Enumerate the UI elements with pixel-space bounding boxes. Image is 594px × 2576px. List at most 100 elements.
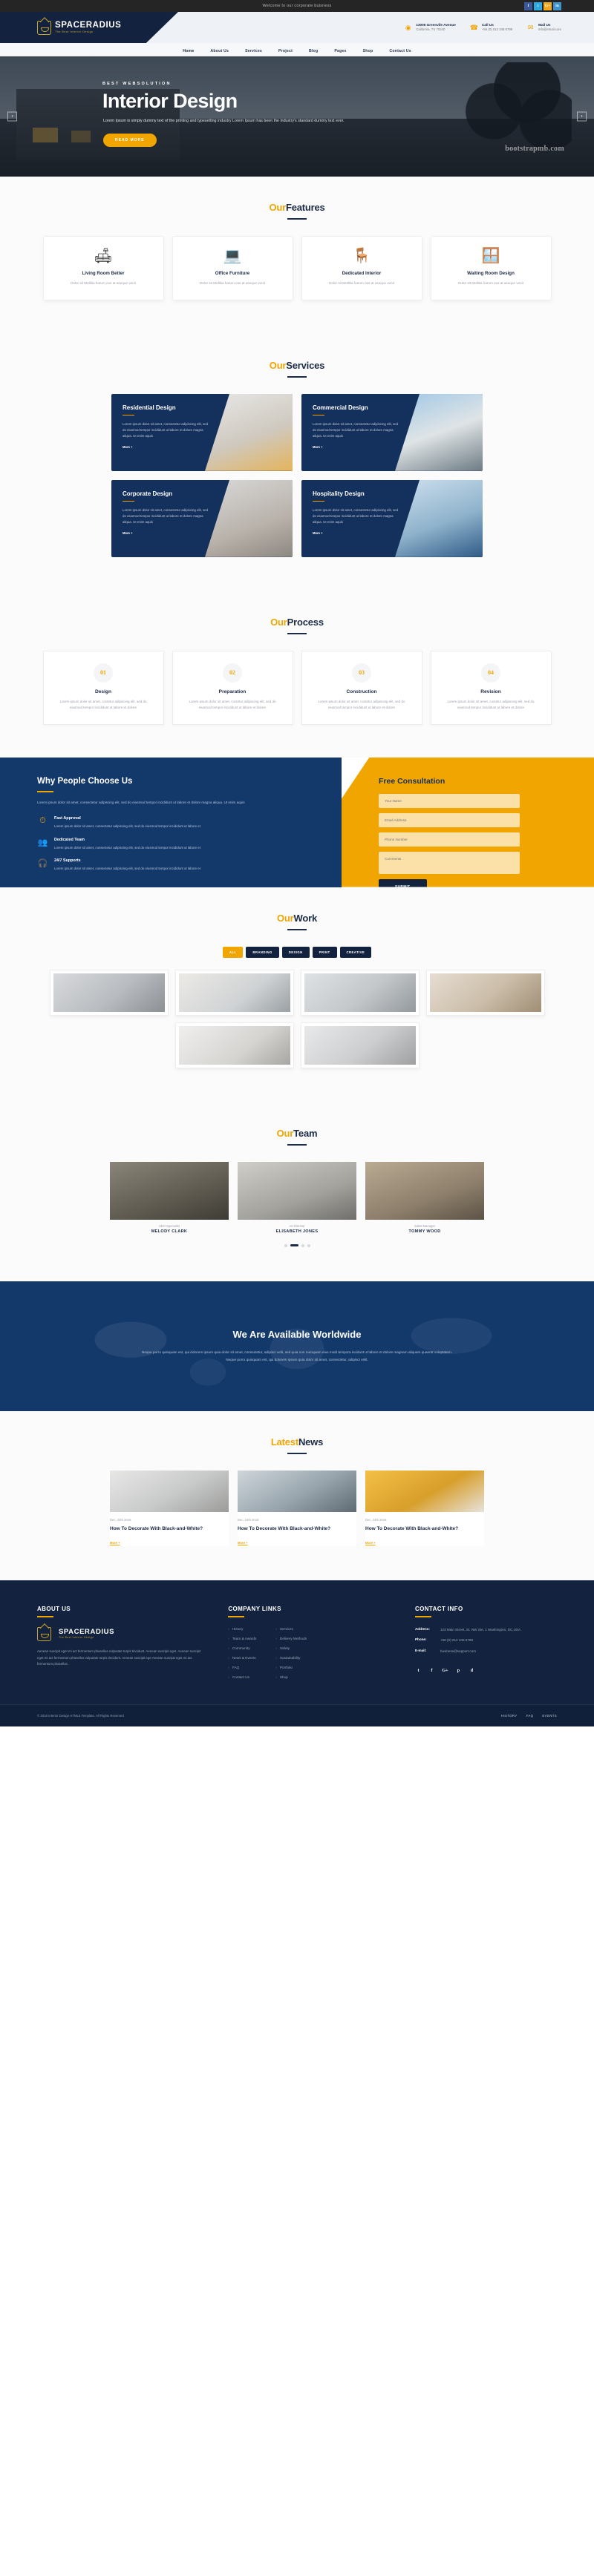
consultation-title: Free Consultation <box>379 776 446 786</box>
full-name-input[interactable] <box>379 793 520 808</box>
work-tile[interactable] <box>300 1022 420 1068</box>
process-step[interactable]: 03 Construction Lorem ipsum dolor sit am… <box>301 650 422 725</box>
brand-logo[interactable]: SPACERADIUS The Best Interior Design <box>0 12 178 43</box>
hero-read-more-button[interactable]: READ MORE <box>103 133 157 147</box>
nav-item-blog[interactable]: Blog <box>309 49 318 53</box>
work-section: OurWork ALL BRANDING DESIGN PRINT CREATI… <box>0 887 594 1103</box>
facebook-icon[interactable]: f <box>524 1 532 10</box>
news-title: How To Decorate With Black-and-White? <box>365 1525 459 1531</box>
carousel-dot[interactable] <box>284 1243 287 1247</box>
footer-link-shop[interactable]: Shop <box>280 1675 288 1679</box>
service-more-link[interactable]: More + <box>313 445 323 449</box>
service-card[interactable]: Hospitality Design Lorem ipsum dolor sit… <box>301 479 483 557</box>
nav-item-contact-us[interactable]: Contact Us <box>389 49 411 53</box>
footer-link-history[interactable]: History <box>232 1627 244 1631</box>
comments-textarea[interactable] <box>379 851 520 874</box>
footer-link-services[interactable]: Services <box>280 1627 293 1631</box>
header-phone[interactable]: ☎ Call Us +56 (0) 012 345 6789 <box>469 23 512 33</box>
twitter-icon[interactable]: t <box>534 1 542 10</box>
dribbble-icon[interactable]: d <box>469 1667 475 1674</box>
news-card[interactable]: Dec, 24th 2018 How To Decorate With Blac… <box>238 1470 356 1546</box>
submit-button[interactable]: SUBMIT <box>379 878 427 887</box>
work-filter-creative[interactable]: CREATIVE <box>339 946 372 958</box>
hero-next-arrow[interactable]: › <box>577 111 587 122</box>
facebook-icon[interactable]: f <box>428 1667 435 1674</box>
carousel-dot-active[interactable] <box>290 1244 298 1247</box>
service-card[interactable]: Corporate Design Lorem ipsum dolor sit a… <box>111 479 293 557</box>
nav-item-project[interactable]: Project <box>278 49 293 53</box>
nav-item-shop[interactable]: Shop <box>363 49 373 53</box>
work-tile[interactable] <box>49 969 169 1016</box>
work-tile[interactable] <box>425 969 545 1016</box>
footer-bottom-link-history[interactable]: HISTORY <box>501 1714 518 1718</box>
nav-item-about-us[interactable]: About Us <box>210 49 229 53</box>
features-section: OurFeatures 🛋 Living Room Better Dolor s… <box>0 177 594 335</box>
news-card-list: Dec, 24th 2018 How To Decorate With Blac… <box>37 1470 557 1580</box>
footer-link-portfolio[interactable]: Portfolio <box>280 1666 293 1669</box>
dining-table-icon: 🪟 <box>481 248 500 264</box>
work-filter-print[interactable]: PRINT <box>312 946 337 958</box>
work-filter-all[interactable]: ALL <box>222 946 244 958</box>
service-more-link[interactable]: More + <box>123 445 133 449</box>
hero-prev-arrow[interactable]: ‹ <box>7 111 17 122</box>
team-member[interactable]: Sales Manager TOMMY WOOD <box>365 1161 484 1234</box>
why-item: ⏱ Fast Approval Lorem ipsum dolor sit am… <box>37 816 260 829</box>
pinterest-icon[interactable]: p <box>455 1667 462 1674</box>
news-card[interactable]: Dec, 24th 2018 How To Decorate With Blac… <box>365 1470 484 1546</box>
service-card[interactable]: Commercial Design Lorem ipsum dolor sit … <box>301 393 483 471</box>
team-member[interactable]: SEO Specialist MELODY CLARK <box>110 1161 229 1234</box>
work-heading: OurWork <box>0 913 594 924</box>
footer-link-team-awards[interactable]: Team & Awards <box>232 1637 256 1640</box>
footer-link-sustainability[interactable]: Sustainability <box>280 1656 301 1660</box>
sofa-tv-icon: 🛋 <box>94 248 113 264</box>
email-input[interactable] <box>379 812 520 827</box>
work-tile[interactable] <box>174 969 294 1016</box>
twitter-icon[interactable]: t <box>415 1667 422 1674</box>
header-mail[interactable]: ✉ Mail Us info@email.com <box>526 23 561 33</box>
service-card[interactable]: Residential Design Lorem ipsum dolor sit… <box>111 393 293 471</box>
nav-item-pages[interactable]: Pages <box>334 49 346 53</box>
footer-email-row: E-mail: business@support.com <box>415 1649 557 1654</box>
process-step[interactable]: 04 Revision Lorem ipsum dolor sit amet, … <box>430 650 552 725</box>
footer-bottom-link-faq[interactable]: FAQ <box>526 1714 534 1718</box>
news-more-link[interactable]: More + <box>238 1541 248 1545</box>
team-heading-light: Our <box>276 1127 294 1139</box>
work-tile[interactable] <box>174 1022 294 1068</box>
footer-link-community[interactable]: Community <box>232 1646 250 1650</box>
feature-card[interactable]: 🛋 Living Room Better Dolor sit Mollitia … <box>42 236 164 300</box>
news-more-link[interactable]: More + <box>365 1541 376 1545</box>
news-more-link[interactable]: More + <box>110 1541 120 1545</box>
service-more-link[interactable]: More + <box>123 531 133 535</box>
work-filter-branding[interactable]: BRANDING <box>246 946 279 958</box>
process-step[interactable]: 01 Design Lorem ipsum dolor sit amet, co… <box>42 650 164 725</box>
process-step[interactable]: 02 Preparation Lorem ipsum dolor sit ame… <box>172 650 293 725</box>
nav-item-home[interactable]: Home <box>183 49 194 53</box>
footer-link-news-events[interactable]: News & Events <box>232 1656 256 1660</box>
step-title: Construction <box>346 689 377 694</box>
feature-card[interactable]: 🪟 Waiting Room Design Dolor sit Mollitia… <box>430 236 552 300</box>
phone-input[interactable] <box>379 832 520 847</box>
carousel-dot[interactable] <box>307 1243 310 1247</box>
news-card[interactable]: Dec, 24th 2018 How To Decorate With Blac… <box>110 1470 229 1546</box>
site-footer: ABOUT US SPACERADIUS The Best Interior D… <box>0 1580 594 1726</box>
footer-link-faq[interactable]: FAQ <box>232 1666 239 1669</box>
work-filter-design[interactable]: DESIGN <box>281 946 310 958</box>
worldwide-text: Neque porro quisquam est, qui dolorem ip… <box>141 1350 453 1361</box>
step-text: Lorem ipsum dolor sit amet, coctetur adi… <box>59 699 147 709</box>
footer-link-contact-us[interactable]: Contact Us <box>232 1675 249 1679</box>
footer-brand-logo[interactable]: SPACERADIUS The Best Interior Design <box>37 1623 206 1641</box>
linkedin-icon[interactable]: in <box>553 1 561 10</box>
feature-card[interactable]: 🪑 Dedicated Interior Dolor sit Mollitia … <box>301 236 422 300</box>
footer-bottom-link-events[interactable]: EVENTS <box>542 1714 557 1718</box>
feature-card[interactable]: 💻 Office Furniture Dolor sit Mollitia ha… <box>172 236 293 300</box>
google-plus-icon[interactable]: G+ <box>442 1667 448 1674</box>
nav-item-services[interactable]: Services <box>245 49 262 53</box>
footer-link-safety[interactable]: Safety <box>280 1646 290 1650</box>
service-title: Residential Design <box>123 404 176 411</box>
team-member[interactable]: Art Director ELISABETH JONES <box>238 1161 356 1234</box>
work-tile[interactable] <box>300 969 420 1016</box>
carousel-dot[interactable] <box>301 1243 304 1247</box>
footer-link-delivery-methods[interactable]: Delivery Methods <box>280 1637 307 1640</box>
google-plus-icon[interactable]: G+ <box>544 1 552 10</box>
service-more-link[interactable]: More + <box>313 531 323 535</box>
